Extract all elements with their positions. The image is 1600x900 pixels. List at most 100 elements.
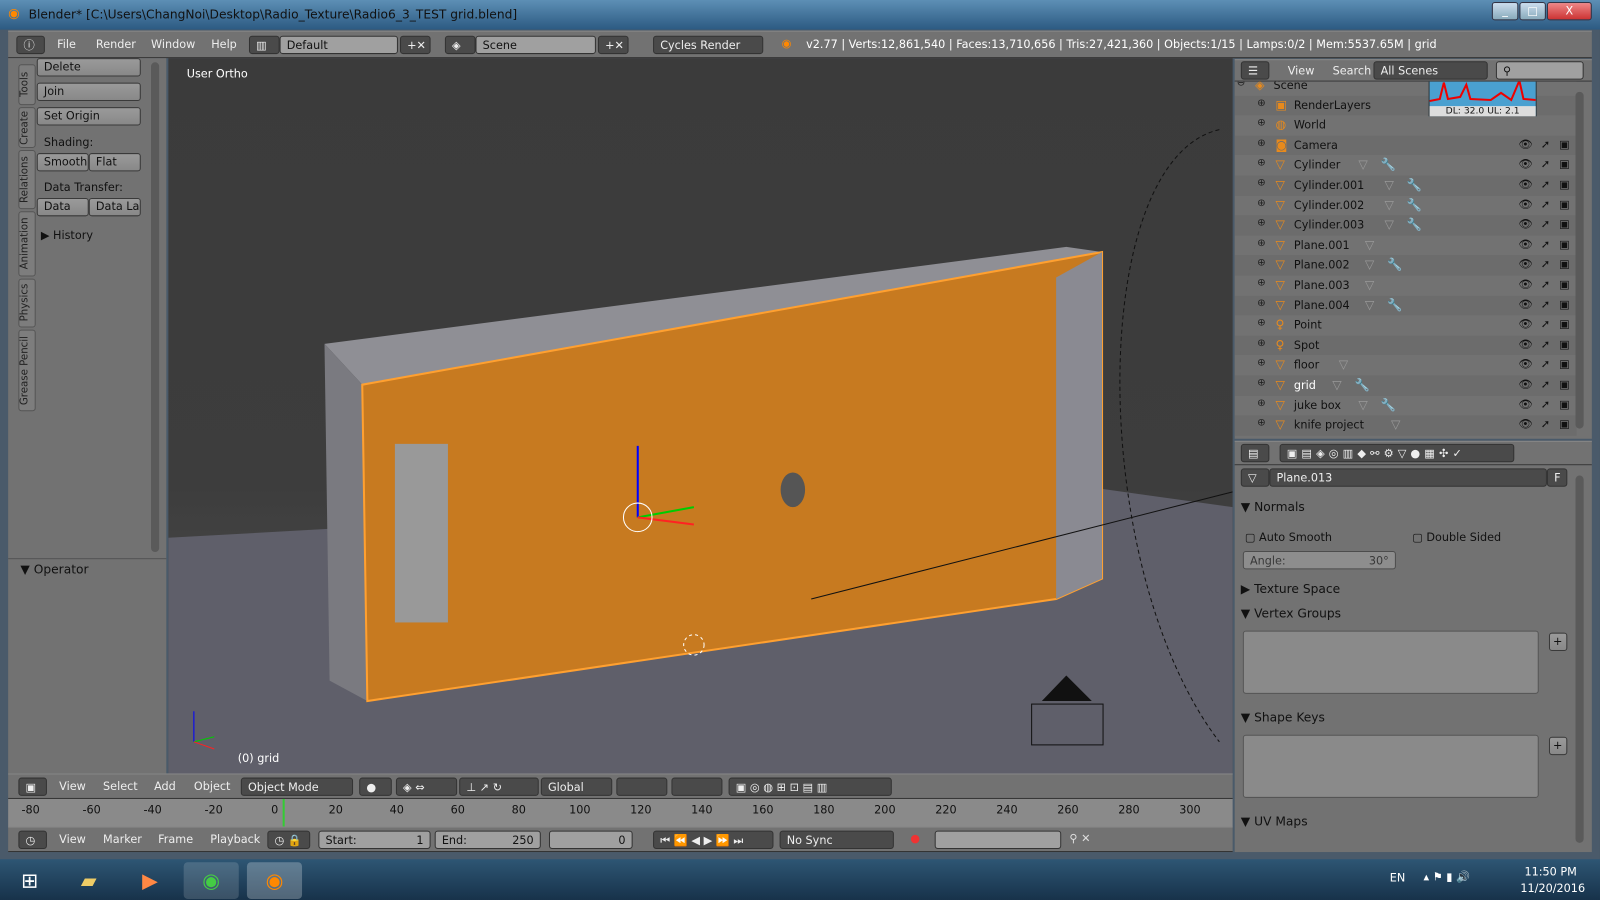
- menu-view-timeline[interactable]: View: [59, 833, 86, 846]
- end-frame-field[interactable]: End: 250: [434, 830, 541, 849]
- visibility-eye-icon[interactable]: 👁: [1518, 158, 1532, 171]
- render-camera-icon[interactable]: ▣: [1559, 158, 1570, 171]
- mesh-data-icon[interactable]: ▽: [1332, 378, 1341, 392]
- flat-button[interactable]: Flat: [88, 153, 141, 172]
- menu-frame[interactable]: Frame: [158, 833, 193, 846]
- visibility-eye-icon[interactable]: 👁: [1518, 278, 1532, 291]
- render-camera-icon[interactable]: ▣: [1559, 138, 1570, 151]
- selectable-cursor-icon[interactable]: ➚: [1541, 418, 1550, 431]
- outliner-item[interactable]: ⊕ ▽ Cylinder.002 ▽ 🔧 👁 ➚ ▣: [1234, 195, 1577, 216]
- add-shape-key-button[interactable]: +: [1548, 736, 1568, 756]
- viewport-shading-icon[interactable]: ●: [359, 777, 392, 796]
- wrench-modifier-icon[interactable]: 🔧: [1387, 298, 1402, 312]
- menu-add[interactable]: Add: [154, 780, 176, 793]
- keying-set-field[interactable]: [934, 830, 1062, 849]
- outliner-item[interactable]: ⊕ ▽ Cylinder.001 ▽ 🔧 👁 ➚ ▣: [1234, 175, 1577, 196]
- render-camera-icon[interactable]: ▣: [1559, 198, 1570, 211]
- snap-render-icons[interactable]: ▣ ◎ ◍ ⊞ ⊡ ▤ ▥: [728, 777, 892, 796]
- outliner-item[interactable]: ⊕ ▽ Plane.003 ▽ 👁 ➚ ▣: [1234, 275, 1577, 296]
- wrench-modifier-icon[interactable]: 🔧: [1381, 158, 1396, 172]
- normals-panel-header[interactable]: ▼ Normals: [1241, 500, 1305, 514]
- start-frame-field[interactable]: Start: 1: [318, 830, 431, 849]
- menu-render[interactable]: Render: [96, 38, 136, 51]
- visibility-eye-icon[interactable]: 👁: [1518, 338, 1532, 351]
- render-camera-icon[interactable]: ▣: [1559, 218, 1570, 231]
- render-camera-icon[interactable]: ▣: [1559, 298, 1570, 311]
- mesh-data-icon[interactable]: ▽: [1358, 158, 1367, 172]
- tab-relations[interactable]: Relations: [18, 149, 36, 210]
- mesh-data-icon[interactable]: ▽: [1240, 468, 1270, 487]
- mesh-data-icon[interactable]: ▽: [1384, 218, 1393, 232]
- selectable-cursor-icon[interactable]: ➚: [1541, 178, 1550, 191]
- join-button[interactable]: Join: [36, 82, 141, 102]
- expand-icon[interactable]: ⊕: [1257, 278, 1266, 289]
- data-transfer-button[interactable]: Data: [36, 197, 89, 217]
- pivot-snap-icons[interactable]: ◈ ⇔: [395, 777, 458, 796]
- outliner-item[interactable]: ⊕ ♀ Spot 👁 ➚ ▣: [1234, 335, 1577, 356]
- file-explorer-icon[interactable]: ▰: [61, 862, 116, 899]
- render-camera-icon[interactable]: ▣: [1559, 258, 1570, 271]
- scene-add-remove[interactable]: +✕: [597, 35, 629, 55]
- mesh-data-icon[interactable]: ▽: [1365, 258, 1374, 272]
- clock-date[interactable]: 11/20/2016: [1520, 882, 1585, 895]
- render-camera-icon[interactable]: ▣: [1559, 178, 1570, 191]
- outliner-item[interactable]: ⊕ ◙ Camera 👁 ➚ ▣: [1234, 135, 1577, 156]
- outliner-item[interactable]: ⊕ ▽ Cylinder ▽ 🔧 👁 ➚ ▣: [1234, 155, 1577, 176]
- tab-animation[interactable]: Animation: [18, 211, 36, 277]
- outliner-item[interactable]: ⊕ ▽ Plane.004 ▽ 🔧 👁 ➚ ▣: [1234, 295, 1577, 316]
- selectable-cursor-icon[interactable]: ➚: [1541, 138, 1550, 151]
- expand-icon[interactable]: ⊕: [1257, 238, 1266, 249]
- shape-keys-panel-header[interactable]: ▼ Shape Keys: [1241, 710, 1325, 724]
- selectable-cursor-icon[interactable]: ➚: [1541, 298, 1550, 311]
- selectable-cursor-icon[interactable]: ➚: [1541, 158, 1550, 171]
- smooth-button[interactable]: Smooth: [36, 153, 89, 172]
- selectable-cursor-icon[interactable]: ➚: [1541, 378, 1550, 391]
- 3d-viewport[interactable]: User Ortho (0) grid: [168, 58, 1233, 774]
- visibility-eye-icon[interactable]: 👁: [1518, 358, 1532, 371]
- expand-icon[interactable]: ⊕: [1257, 258, 1266, 269]
- layers-grid-2[interactable]: [671, 777, 723, 796]
- keyframe-insert-delete-icons[interactable]: ⚲ ✕: [1069, 832, 1090, 845]
- expand-icon[interactable]: ⊕: [1257, 358, 1266, 369]
- mode-selector[interactable]: Object Mode: [240, 777, 354, 796]
- render-camera-icon[interactable]: ▣: [1559, 338, 1570, 351]
- mesh-data-icon[interactable]: ▽: [1365, 278, 1374, 292]
- visibility-eye-icon[interactable]: 👁: [1518, 138, 1532, 151]
- visibility-eye-icon[interactable]: 👁: [1518, 398, 1532, 411]
- editor-type-properties-icon[interactable]: ▤: [1240, 443, 1270, 463]
- clock-time[interactable]: 11:50 PM: [1524, 865, 1576, 878]
- outliner-item[interactable]: ⊕ ▽ Plane.001 ▽ 👁 ➚ ▣: [1234, 235, 1577, 256]
- selectable-cursor-icon[interactable]: ➚: [1541, 278, 1550, 291]
- outliner-item[interactable]: ⊕ ▽ grid ▽ 🔧 👁 ➚ ▣: [1234, 375, 1577, 396]
- expand-icon[interactable]: ⊕: [1257, 378, 1266, 389]
- outliner-item[interactable]: ⊕ ▽ knife project ▽ 👁 ➚ ▣: [1234, 415, 1577, 436]
- preview-range-lock[interactable]: ◷ 🔒: [267, 830, 311, 849]
- selectable-cursor-icon[interactable]: ➚: [1541, 238, 1550, 251]
- selectable-cursor-icon[interactable]: ➚: [1541, 258, 1550, 271]
- close-button[interactable]: X: [1546, 2, 1592, 21]
- render-camera-icon[interactable]: ▣: [1559, 398, 1570, 411]
- expand-icon[interactable]: ⊕: [1257, 418, 1266, 429]
- scene-icon[interactable]: ◈: [444, 35, 476, 55]
- tab-grease-pencil[interactable]: Grease Pencil: [18, 329, 36, 412]
- layout-icon[interactable]: ▥: [248, 35, 280, 55]
- menu-marker[interactable]: Marker: [103, 833, 142, 846]
- mesh-data-icon[interactable]: ▽: [1391, 418, 1400, 432]
- render-camera-icon[interactable]: ▣: [1559, 318, 1570, 331]
- visibility-eye-icon[interactable]: 👁: [1518, 298, 1532, 311]
- visibility-eye-icon[interactable]: 👁: [1518, 418, 1532, 431]
- properties-context-tabs[interactable]: ▣▤◈◎▥◆⚯⚙▽●▦✣✓: [1279, 443, 1515, 463]
- visibility-eye-icon[interactable]: 👁: [1518, 258, 1532, 271]
- add-vertex-group-button[interactable]: +: [1548, 632, 1568, 652]
- fake-user-button[interactable]: F: [1546, 468, 1568, 487]
- expand-icon[interactable]: ⊕: [1257, 398, 1266, 409]
- outliner-menu-view[interactable]: View: [1288, 64, 1315, 77]
- layout-add-remove[interactable]: +✕: [399, 35, 431, 55]
- outliner-item[interactable]: ⊕ ◍ World: [1234, 115, 1577, 136]
- mesh-data-icon[interactable]: ▽: [1365, 298, 1374, 312]
- auto-smooth-checkbox[interactable]: ▢ Auto Smooth: [1245, 531, 1332, 544]
- menu-window[interactable]: Window: [151, 38, 195, 51]
- menu-file[interactable]: File: [57, 38, 76, 51]
- sync-select[interactable]: No Sync: [779, 830, 894, 849]
- menu-select[interactable]: Select: [103, 780, 138, 793]
